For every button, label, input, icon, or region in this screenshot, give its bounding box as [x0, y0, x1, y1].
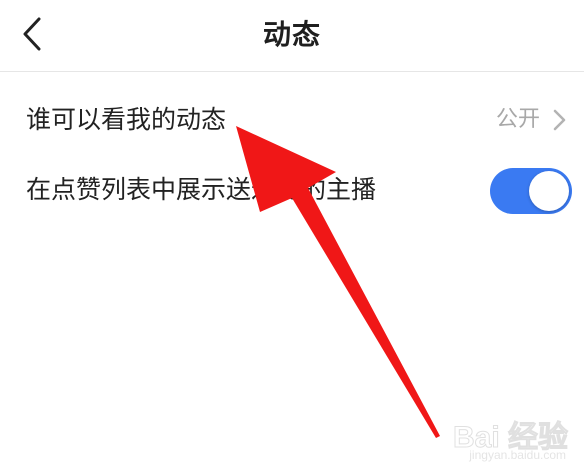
setting-label-visibility: 谁可以看我的动态	[26, 105, 227, 134]
chevron-right-icon	[550, 108, 568, 132]
setting-row-show-gifted-hosts: 在点赞列表中展示送过礼的主播	[0, 156, 584, 224]
top-nav-bar: 动态	[0, 0, 584, 72]
toggle-knob	[529, 171, 569, 211]
page-title: 动态	[262, 18, 321, 51]
show-gifted-hosts-toggle[interactable]	[490, 168, 572, 214]
setting-value-visibility: 公开	[495, 107, 540, 132]
setting-label-show-gifted-hosts: 在点赞列表中展示送过礼的主播	[26, 175, 377, 204]
watermark-logo: Bai 经验 jingyan.baidu.com	[426, 412, 576, 463]
setting-row-visibility[interactable]: 谁可以看我的动态 公开	[0, 86, 584, 154]
watermark-sub-text: jingyan.baidu.com	[469, 448, 566, 462]
